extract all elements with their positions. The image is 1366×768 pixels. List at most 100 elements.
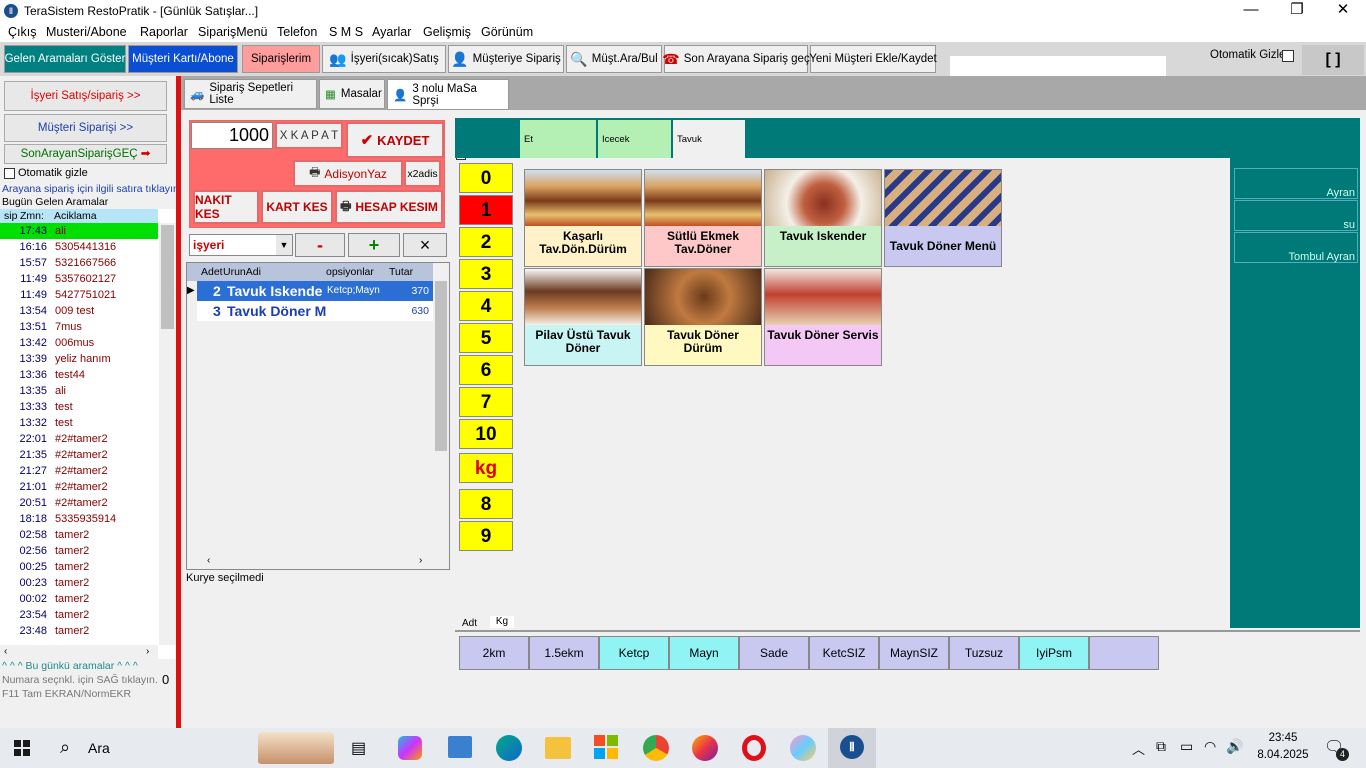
product-tile[interactable]: Tavuk Döner Servis xyxy=(764,268,882,366)
otomatik-gizle-left-checkbox[interactable] xyxy=(4,168,15,179)
call-row[interactable]: 02:56 tamer2 xyxy=(0,543,158,559)
order-type-select[interactable]: işyeri ▼ xyxy=(189,234,293,256)
gelen-aramalar-button[interactable]: Gelen Aramaları Göster xyxy=(4,45,126,73)
order-hscrollbar[interactable]: ‹ › xyxy=(187,553,433,569)
battery-icon[interactable]: ▭ xyxy=(1180,738,1193,755)
category-icecek[interactable]: Icecek xyxy=(598,120,671,158)
call-row[interactable]: 13:35 ali xyxy=(0,383,158,399)
right-item-tombul[interactable]: Tombul Ayran xyxy=(1234,232,1358,263)
tab-masa-siparisi[interactable]: 👤 3 nolu MaSa Sprşi xyxy=(387,79,509,110)
quantity-input[interactable]: 1000 xyxy=(191,122,273,149)
search-icon[interactable]: ⌕ xyxy=(60,737,70,758)
opera-icon[interactable] xyxy=(742,735,766,761)
adisyon-button[interactable]: 🖶 AdisyonYaz xyxy=(293,160,403,187)
edge-icon[interactable] xyxy=(496,735,522,761)
order-row[interactable]: 3 Tavuk Döner M 630 xyxy=(197,301,433,321)
call-row[interactable]: 18:18 5335935914 xyxy=(0,511,158,527)
call-row[interactable]: 13:33 test xyxy=(0,399,158,415)
son-arayana-button[interactable]: ☎ Son Arayana Sipariş geç xyxy=(662,45,810,73)
call-row[interactable]: 22:01 #2#tamer2 xyxy=(0,431,158,447)
option-button[interactable]: 2km xyxy=(459,636,529,670)
tab-masalar[interactable]: ▦ Masalar xyxy=(319,79,385,109)
call-row[interactable]: 21:27 #2#tamer2 xyxy=(0,463,158,479)
menu-sms[interactable]: S M S xyxy=(329,25,363,39)
numpad-key-4[interactable]: 4 xyxy=(459,291,513,321)
call-row[interactable]: 11:49 5427751021 xyxy=(0,287,158,303)
numpad-key-5[interactable]: 5 xyxy=(459,323,513,353)
x2adis-button[interactable]: x2adis xyxy=(404,160,441,187)
call-row[interactable]: 13:36 test44 xyxy=(0,367,158,383)
option-button[interactable]: Mayn xyxy=(669,636,739,670)
device-icon[interactable]: ⧉ xyxy=(1156,738,1166,755)
fullscreen-button[interactable]: [ ] xyxy=(1302,45,1364,75)
paint-icon[interactable] xyxy=(790,735,816,761)
isyeri-satis-siparis-button[interactable]: İşyeri Satış/sipariş >> xyxy=(4,81,167,111)
menu-siparis[interactable]: SiparişMenü xyxy=(198,25,267,39)
menu-telefon[interactable]: Telefon xyxy=(277,25,317,39)
kg-tab[interactable]: Kg xyxy=(490,616,514,628)
call-row[interactable]: 13:51 7mus xyxy=(0,319,158,335)
numpad-key-kg[interactable]: kg xyxy=(459,453,513,483)
order-scrollbar[interactable] xyxy=(433,263,449,553)
nakit-kes-button[interactable]: NAKIT KES xyxy=(193,190,259,224)
option-button[interactable]: KetcSIZ xyxy=(809,636,879,670)
product-tile[interactable]: Tavuk Döner Dürüm xyxy=(644,268,762,366)
menu-gelismis[interactable]: Gelişmiş xyxy=(423,25,471,39)
chrome-icon[interactable] xyxy=(643,735,669,761)
menu-musteri[interactable]: Musteri/Abone xyxy=(46,25,127,39)
clear-button[interactable]: × xyxy=(403,233,447,257)
plus-button[interactable]: + xyxy=(348,233,400,257)
monitor-app-icon[interactable] xyxy=(448,736,472,758)
close-button[interactable]: ✕ xyxy=(1320,0,1366,22)
call-row[interactable]: 00:25 tamer2 xyxy=(0,559,158,575)
isyeri-satis-button[interactable]: 👥 İşyeri(sıcak)Satış xyxy=(322,45,446,73)
option-button[interactable]: IyiPsm xyxy=(1019,636,1089,670)
taskbar-search-label[interactable]: Ara xyxy=(88,740,110,756)
product-tile[interactable]: Kaşarlı Tav.Dön.Dürüm xyxy=(524,169,642,267)
adt-tab[interactable]: Adt xyxy=(462,618,477,629)
otomatik-gizle-checkbox[interactable] xyxy=(1282,50,1294,62)
call-row[interactable]: 11:49 5357602127 xyxy=(0,271,158,287)
must-ara-button[interactable]: 🔍 Müşt.Ara/Bul xyxy=(566,45,662,73)
menu-gorunum[interactable]: Görünüm xyxy=(481,25,533,39)
chevron-up-icon[interactable]: ︿ xyxy=(1132,739,1145,758)
store-icon[interactable] xyxy=(594,735,618,759)
call-row[interactable]: 02:58 tamer2 xyxy=(0,527,158,543)
wifi-icon[interactable]: ◠ xyxy=(1204,738,1216,755)
task-view-icon[interactable]: ▤ xyxy=(351,738,366,758)
kaydet-button[interactable]: ✔ KAYDET xyxy=(346,122,444,158)
numpad-key-1[interactable]: 1 xyxy=(459,195,513,225)
numpad-key-8[interactable]: 8 xyxy=(459,489,513,519)
category-et[interactable]: Et xyxy=(520,120,596,158)
musteri-siparisi-button[interactable]: Müşteri Siparişi >> xyxy=(4,114,167,142)
menu-raporlar[interactable]: Raporlar xyxy=(140,25,188,39)
option-button[interactable] xyxy=(1089,636,1159,670)
option-button[interactable]: 1.5ekm xyxy=(529,636,599,670)
yeni-musteri-button[interactable]: Yeni Müşteri Ekle/Kaydet xyxy=(809,45,937,73)
call-row[interactable]: 00:02 tamer2 xyxy=(0,591,158,607)
hesap-kesim-button[interactable]: 🖶 HESAP KESIM xyxy=(335,190,443,224)
option-button[interactable]: Ketcp xyxy=(599,636,669,670)
numpad-key-0[interactable]: 0 xyxy=(459,163,513,193)
numpad-key-7[interactable]: 7 xyxy=(459,387,513,417)
call-row[interactable]: 21:35 #2#tamer2 xyxy=(0,447,158,463)
call-scrollbar[interactable] xyxy=(159,223,176,645)
minimize-button[interactable]: — xyxy=(1228,0,1274,22)
call-row[interactable]: 13:54 009 test xyxy=(0,303,158,319)
call-row[interactable]: 21:01 #2#tamer2 xyxy=(0,479,158,495)
clock-date[interactable]: 8.04.2025 xyxy=(1253,749,1313,761)
menu-cikis[interactable]: Çıkış xyxy=(8,25,36,39)
call-row[interactable]: 17:43 ali xyxy=(0,223,158,239)
numpad-key-6[interactable]: 6 xyxy=(459,355,513,385)
category-tavuk[interactable]: Tavuk xyxy=(673,120,745,158)
call-row[interactable]: 23:48 tamer2 xyxy=(0,623,158,639)
tab-siparis-sepetleri[interactable]: 🚙 Sipariş Sepetleri Liste xyxy=(184,79,317,109)
copilot-icon[interactable] xyxy=(398,736,422,760)
volume-icon[interactable]: 🔊 xyxy=(1226,738,1243,755)
numpad-key-3[interactable]: 3 xyxy=(459,259,513,289)
call-row[interactable]: 23:54 tamer2 xyxy=(0,607,158,623)
right-item-ayran[interactable]: Ayran xyxy=(1234,168,1358,199)
call-row[interactable]: 20:51 #2#tamer2 xyxy=(0,495,158,511)
maximize-button[interactable]: ❐ xyxy=(1274,0,1320,22)
xkapat-button[interactable]: X K A P A T xyxy=(275,122,343,149)
